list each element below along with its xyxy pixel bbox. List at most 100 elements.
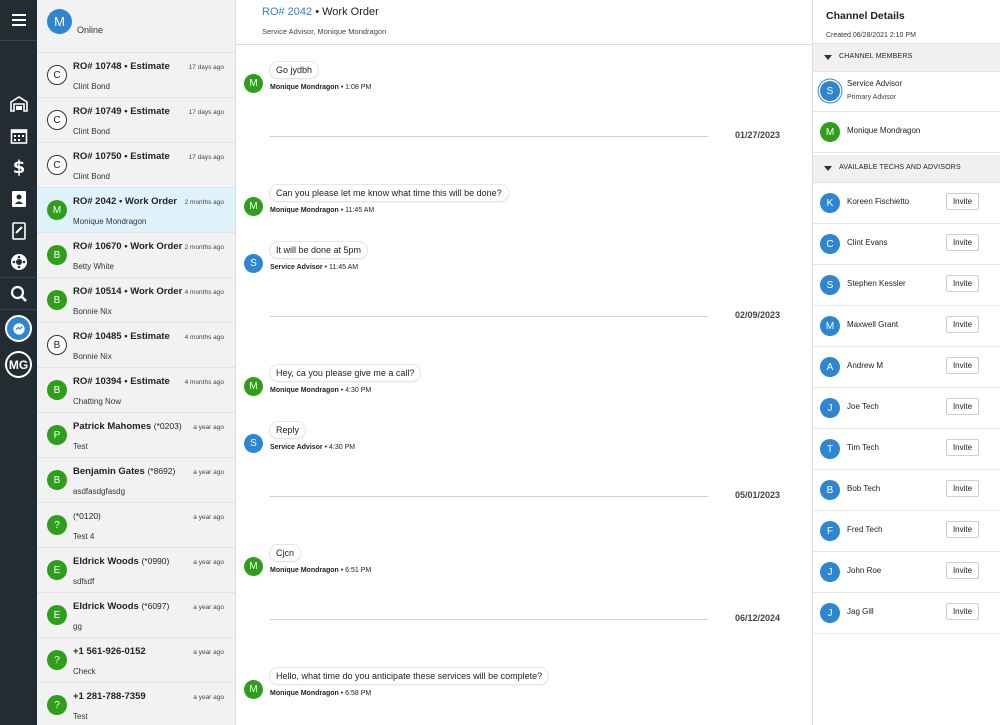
- message-text: It will be done at 5pm: [269, 241, 369, 259]
- online-status: Online: [77, 25, 104, 35]
- conversation-title: RO# 10485 • Estimate: [73, 331, 170, 342]
- conversation-title: RO# 10514 • Work Order: [73, 286, 182, 297]
- conversation-item[interactable]: C RO# 10750 • Estimate Clint Bond 17 days …: [37, 143, 235, 188]
- tire-icon[interactable]: [0, 247, 37, 277]
- message-time: • 6:58 PM: [338, 690, 372, 697]
- channel-details-panel: Channel Details Created 06/28/2021 2:10 …: [813, 0, 1000, 725]
- search-icon[interactable]: [0, 279, 37, 309]
- avatar: C: [47, 110, 67, 130]
- conversation-item[interactable]: E Eldrick Woods (*6097) gg a year ago: [37, 593, 235, 638]
- avatar: J: [820, 398, 840, 418]
- invite-button[interactable]: Invite: [946, 521, 979, 538]
- tech-item: T Tim Tech Invite: [813, 429, 1000, 470]
- conversation-time: a year ago: [193, 514, 224, 521]
- tech-item: J John Roe Invite: [813, 552, 1000, 593]
- tech-item: S Stephen Kessler Invite: [813, 265, 1000, 306]
- invite-button[interactable]: Invite: [946, 480, 979, 497]
- contacts-icon[interactable]: [0, 184, 37, 214]
- conversation-name: Eldrick Woods: [73, 556, 139, 567]
- conversation-item[interactable]: B RO# 10485 • Estimate Bonnie Nix 4 months…: [37, 323, 235, 368]
- phone-extension: (*0120): [73, 511, 101, 521]
- tech-name: Jag Gill: [847, 607, 874, 616]
- tech-name: Clint Evans: [847, 238, 888, 247]
- chat-panel: RO# 2042 • Work Order Service Advisor, M…: [236, 0, 813, 725]
- avatar[interactable]: M: [47, 9, 72, 34]
- invite-button[interactable]: Invite: [946, 275, 979, 292]
- message-time: • 4:30 PM: [338, 387, 372, 394]
- message-meta: Monique Mondragon • 11:45 AM: [270, 207, 374, 214]
- section-label: AVAILABLE TECHS AND ADVISORS: [839, 164, 961, 171]
- menu-icon[interactable]: [0, 5, 37, 35]
- ro-link[interactable]: RO# 2042: [262, 6, 312, 18]
- conversation-subtitle: Betty White: [73, 262, 114, 271]
- conversation-item[interactable]: P Patrick Mahomes (*0203) Test a year ago: [37, 413, 235, 458]
- nav-rail: $ MG: [0, 0, 37, 725]
- inspection-icon[interactable]: [0, 216, 37, 246]
- phone-extension: (*0203): [153, 421, 182, 431]
- conversation-item[interactable]: ? (*0120) Test 4 a year ago: [37, 503, 235, 548]
- conversation-item[interactable]: B RO# 10670 • Work Order Betty White 2 mon…: [37, 233, 235, 278]
- invite-button[interactable]: Invite: [946, 398, 979, 415]
- message-meta: Monique Mondragon • 6:51 PM: [270, 567, 371, 574]
- tech-name: Stephen Kessler: [847, 279, 906, 288]
- avatar: S: [244, 254, 263, 273]
- divider-line: [270, 316, 708, 317]
- avatar: M: [244, 377, 263, 396]
- conversation-time: 2 months ago: [184, 199, 224, 206]
- details-title: Channel Details: [826, 10, 905, 22]
- avatar: M: [244, 74, 263, 93]
- dollar-icon[interactable]: $: [0, 152, 37, 182]
- conversation-subtitle: Test: [73, 442, 88, 451]
- conversation-item[interactable]: B RO# 10514 • Work Order Bonnie Nix 4 mont…: [37, 278, 235, 323]
- conversation-item[interactable]: B RO# 10394 • Estimate Chatting Now 4 mont…: [37, 368, 235, 413]
- avatar: S: [820, 81, 840, 101]
- chat-message: S It will be done at 5pm Service Advisor…: [236, 239, 812, 279]
- invite-button[interactable]: Invite: [946, 357, 979, 374]
- conversation-item[interactable]: E Eldrick Woods (*0990) sdfsdf a year ago: [37, 548, 235, 593]
- user-avatar[interactable]: MG: [5, 351, 32, 378]
- invite-button[interactable]: Invite: [946, 316, 979, 333]
- date-divider: 05/01/2023: [270, 490, 780, 502]
- invite-button[interactable]: Invite: [946, 234, 979, 251]
- conversation-item[interactable]: B Benjamin Gates (*8692) asdfasdgfasdg a ye…: [37, 458, 235, 503]
- conversation-time: 2 months ago: [184, 244, 224, 251]
- conversation-title: Eldrick Woods (*0990): [73, 556, 169, 567]
- conversation-time: a year ago: [193, 604, 224, 611]
- invite-button[interactable]: Invite: [946, 603, 979, 620]
- section-available-techs[interactable]: AVAILABLE TECHS AND ADVISORS: [813, 155, 1000, 183]
- conversation-item[interactable]: ? +1 561-926-0152 Check a year ago: [37, 638, 235, 683]
- chat-message: M Go jydbh Monique Mondragon • 1:08 PM: [236, 59, 812, 99]
- conversation-time: a year ago: [193, 424, 224, 431]
- conversation-subtitle: Bonnie Nix: [73, 352, 112, 361]
- conversation-subtitle: Test: [73, 712, 88, 721]
- chat-message: S Reply Service Advisor • 4:30 PM: [236, 419, 812, 459]
- message-time: • 11:45 AM: [322, 264, 359, 271]
- invite-button[interactable]: Invite: [946, 439, 979, 456]
- conversation-item[interactable]: M RO# 2042 • Work Order Monique Mondragon…: [37, 188, 235, 233]
- date-divider: 01/27/2023: [270, 130, 780, 142]
- conversation-title: (*0120): [73, 511, 101, 522]
- section-label: CHANNEL MEMBERS: [839, 53, 913, 60]
- conversation-subtitle: Clint Bond: [73, 172, 110, 181]
- conversation-time: 17 days ago: [188, 154, 224, 161]
- chat-icon[interactable]: [5, 315, 32, 342]
- invite-button[interactable]: Invite: [946, 562, 979, 579]
- garage-icon[interactable]: [0, 89, 37, 119]
- message-sender: Monique Mondragon: [270, 387, 339, 394]
- conversation-name: Benjamin Gates: [73, 466, 145, 477]
- svg-text:$: $: [12, 157, 25, 177]
- calendar-icon[interactable]: [0, 121, 37, 151]
- avatar: B: [820, 480, 840, 500]
- section-channel-members[interactable]: CHANNEL MEMBERS: [813, 44, 1000, 72]
- invite-button[interactable]: Invite: [946, 193, 979, 210]
- conversation-name: +1 561-926-0152: [73, 646, 146, 657]
- divider-line: [270, 496, 708, 497]
- conversation-item[interactable]: C RO# 10748 • Estimate Clint Bond 17 days …: [37, 53, 235, 98]
- date-divider: 06/12/2024: [270, 613, 780, 625]
- conversation-subtitle: sdfsdf: [73, 577, 95, 586]
- message-time: • 6:51 PM: [338, 567, 372, 574]
- message-text: Can you please let me know what time thi…: [269, 184, 509, 202]
- avatar: C: [47, 155, 67, 175]
- conversation-item[interactable]: C RO# 10749 • Estimate Clint Bond 17 days …: [37, 98, 235, 143]
- conversation-item[interactable]: ? +1 281-788-7359 Test a year ago: [37, 683, 235, 725]
